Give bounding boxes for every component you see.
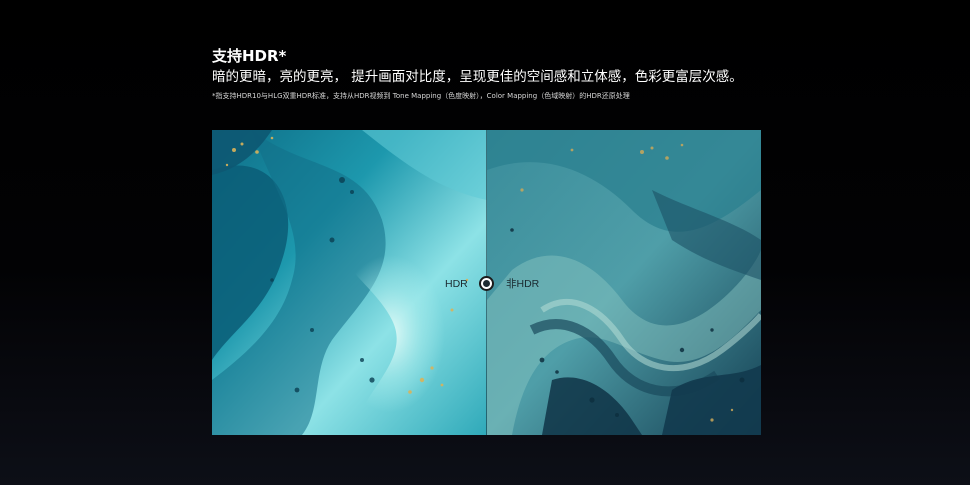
non-hdr-label: 非HDR: [506, 278, 540, 290]
slider-handle-dot-icon: [483, 280, 490, 287]
hdr-label: HDR: [445, 278, 468, 290]
page-title: 支持HDR*: [212, 47, 287, 65]
hdr-comparison-viewer[interactable]: HDR 非HDR: [212, 130, 761, 435]
page-subtitle: 暗的更暗，亮的更亮， 提升画面对比度，呈现更佳的空间感和立体感，色彩更富层次感。: [212, 69, 743, 85]
comparison-slider-handle[interactable]: [479, 276, 494, 291]
footnote: *指支持HDR10与HLG双重HDR标准，支持从HDR视频到 Tone Mapp…: [212, 92, 630, 100]
header: 支持HDR* 暗的更暗，亮的更亮， 提升画面对比度，呈现更佳的空间感和立体感，色…: [212, 46, 812, 101]
